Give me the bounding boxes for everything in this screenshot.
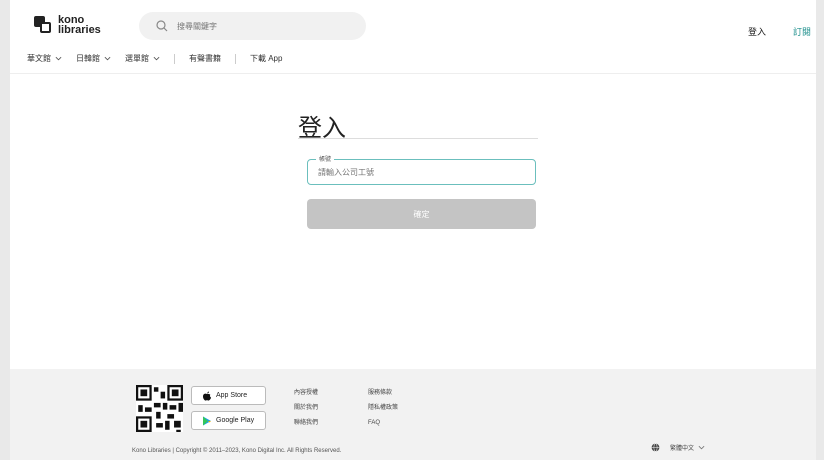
nav-link-audiobooks[interactable]: 有聲書籍 bbox=[189, 53, 221, 64]
login-link[interactable]: 登入 bbox=[748, 25, 766, 38]
nav-item-label: 華文館 bbox=[27, 54, 51, 63]
google-play-label: Google Play bbox=[216, 417, 255, 424]
account-input[interactable] bbox=[316, 167, 520, 178]
footer-link[interactable]: 聯絡我們 bbox=[294, 416, 318, 431]
nav-item-label: 選單館 bbox=[125, 54, 149, 63]
footer-link[interactable]: 關於我們 bbox=[294, 401, 318, 416]
google-play-icon bbox=[203, 416, 211, 425]
nav-item-chinese[interactable]: 華文館 bbox=[27, 53, 62, 64]
logo-mark-icon bbox=[34, 16, 52, 34]
submit-button[interactable]: 確定 bbox=[307, 199, 536, 229]
app-store-button[interactable]: App Store bbox=[191, 386, 266, 405]
main-nav: 華文館 日韓館 選單館 有聲書籍 下載 App bbox=[27, 53, 296, 64]
footer-link[interactable]: 服務條款 bbox=[368, 386, 398, 401]
subscribe-link[interactable]: 訂閱 bbox=[793, 25, 811, 38]
account-field-label: 帳號 bbox=[316, 154, 335, 163]
language-selector[interactable]: 繁體中文 bbox=[651, 443, 705, 452]
language-label: 繁體中文 bbox=[670, 446, 695, 452]
footer-links-col1: 內容授權 關於我們 聯絡我們 bbox=[294, 386, 318, 431]
nav-item-curated[interactable]: 選單館 bbox=[125, 53, 160, 64]
kono-libraries-logo[interactable]: kono libraries bbox=[34, 15, 101, 36]
chevron-down-icon bbox=[698, 445, 705, 450]
search-icon bbox=[156, 20, 168, 32]
nav-item-label: 日韓館 bbox=[76, 54, 100, 63]
copyright-text: Kono Libraries | Copyright © 2011–2023, … bbox=[132, 448, 342, 454]
google-play-button[interactable]: Google Play bbox=[191, 411, 266, 430]
app-store-label: App Store bbox=[216, 392, 248, 399]
logo-text-line2: libraries bbox=[58, 24, 101, 36]
footer-links-col2: 服務條款 隱私權政策 FAQ bbox=[368, 386, 398, 431]
footer-link[interactable]: 內容授權 bbox=[294, 386, 318, 401]
nav-separator bbox=[235, 53, 236, 64]
nav-item-japan-korea[interactable]: 日韓館 bbox=[76, 53, 111, 64]
qr-code-icon bbox=[136, 385, 183, 432]
account-field[interactable]: 帳號 bbox=[307, 154, 536, 185]
footer-link[interactable]: 隱私權政策 bbox=[368, 401, 398, 416]
footer: App Store Google Play 內容授權 關於我們 聯絡我們 服務條… bbox=[10, 369, 816, 460]
chevron-down-icon bbox=[153, 56, 160, 61]
chevron-down-icon bbox=[55, 56, 62, 61]
nav-link-download-app[interactable]: 下載 App bbox=[250, 53, 282, 64]
title-underline bbox=[298, 138, 538, 139]
search-bar[interactable] bbox=[139, 12, 366, 40]
nav-separator bbox=[174, 53, 175, 64]
footer-link[interactable]: FAQ bbox=[368, 416, 398, 431]
page: kono libraries 登入 訂閱 華文館 日韓館 選單館 有聲書籍 下載… bbox=[10, 0, 816, 460]
chevron-down-icon bbox=[104, 56, 111, 61]
header-divider bbox=[10, 73, 816, 74]
search-input[interactable] bbox=[175, 20, 359, 32]
apple-icon bbox=[203, 391, 211, 401]
globe-icon bbox=[651, 443, 660, 452]
